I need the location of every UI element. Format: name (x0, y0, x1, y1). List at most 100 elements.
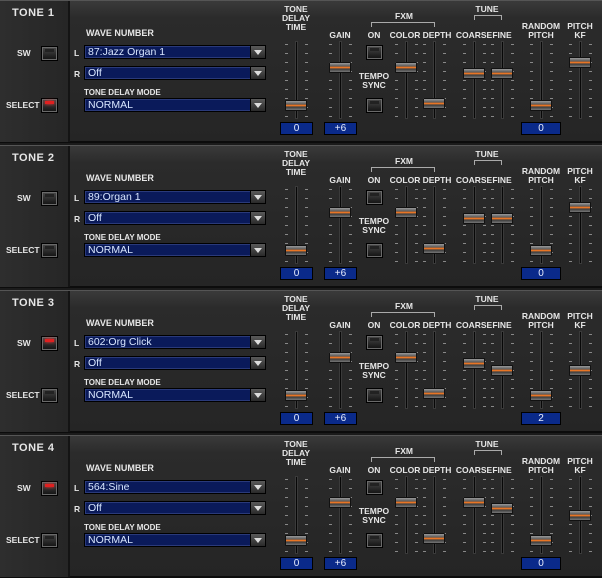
kf-slider-track[interactable] (579, 41, 582, 119)
color-slider-knob[interactable] (395, 352, 417, 363)
chevron-down-icon[interactable] (250, 67, 265, 79)
random-slider-knob[interactable] (530, 390, 552, 401)
random-pitch-value[interactable]: 2 (521, 412, 561, 425)
chevron-down-icon[interactable] (250, 212, 265, 224)
coarse-slider-knob[interactable] (463, 358, 485, 369)
wave-left-select[interactable]: 89:Organ 1 (84, 190, 266, 204)
gain-value[interactable]: +6 (324, 412, 357, 425)
coarse-slider-track[interactable] (473, 476, 476, 554)
wave-left-select[interactable]: 602:Org Click (84, 335, 266, 349)
wave-right-select[interactable]: Off (84, 501, 266, 515)
tempo-sync-button[interactable] (366, 98, 383, 113)
random-slider-knob[interactable] (530, 535, 552, 546)
depth-slider-knob[interactable] (423, 388, 445, 399)
tone-switch-button[interactable] (41, 46, 58, 61)
tempo-sync-button[interactable] (366, 533, 383, 548)
tone-select-button[interactable] (41, 98, 58, 113)
tone-delay-time-value[interactable]: 0 (280, 267, 313, 280)
random-slider-knob[interactable] (530, 100, 552, 111)
chevron-down-icon[interactable] (250, 191, 265, 203)
tone-select-button[interactable] (41, 533, 58, 548)
wave-right-select[interactable]: Off (84, 66, 266, 80)
fxm-on-button[interactable] (366, 335, 383, 350)
gain-slider-knob[interactable] (329, 352, 351, 363)
depth-slider-knob[interactable] (423, 243, 445, 254)
kf-slider-track[interactable] (579, 186, 582, 264)
random-pitch-value[interactable]: 0 (521, 557, 561, 570)
fxm-on-button[interactable] (366, 190, 383, 205)
kf-slider-knob[interactable] (569, 57, 591, 68)
wave-right-select[interactable]: Off (84, 211, 266, 225)
tone-switch-button[interactable] (41, 481, 58, 496)
fine-slider-track[interactable] (501, 476, 504, 554)
coarse-slider-knob[interactable] (463, 213, 485, 224)
chevron-down-icon[interactable] (250, 481, 265, 493)
chevron-down-icon[interactable] (250, 244, 265, 256)
gain-value[interactable]: +6 (324, 267, 357, 280)
chevron-down-icon[interactable] (250, 336, 265, 348)
tone-delay-mode-select[interactable]: NORMAL (84, 533, 266, 547)
depth-slider-knob[interactable] (423, 98, 445, 109)
kf-slider-knob[interactable] (569, 365, 591, 376)
wave-left-select[interactable]: 564:Sine (84, 480, 266, 494)
tone-select-button[interactable] (41, 388, 58, 403)
kf-slider-knob[interactable] (569, 510, 591, 521)
delay-slider-knob[interactable] (285, 245, 307, 256)
color-slider-track[interactable] (405, 41, 408, 119)
random-slider-knob[interactable] (530, 245, 552, 256)
color-slider-track[interactable] (405, 476, 408, 554)
gain-value[interactable]: +6 (324, 557, 357, 570)
tone-delay-mode-select[interactable]: NORMAL (84, 243, 266, 257)
tone-delay-time-value[interactable]: 0 (280, 122, 313, 135)
gain-slider-knob[interactable] (329, 62, 351, 73)
depth-slider-knob[interactable] (423, 533, 445, 544)
tempo-sync-button[interactable] (366, 243, 383, 258)
gain-slider-track[interactable] (339, 476, 342, 554)
chevron-down-icon[interactable] (250, 389, 265, 401)
delay-slider-knob[interactable] (285, 390, 307, 401)
tone-switch-button[interactable] (41, 336, 58, 351)
color-slider-knob[interactable] (395, 62, 417, 73)
tone-delay-mode-select[interactable]: NORMAL (84, 98, 266, 112)
fine-slider-knob[interactable] (491, 365, 513, 376)
coarse-slider-knob[interactable] (463, 497, 485, 508)
fine-slider-track[interactable] (501, 186, 504, 264)
coarse-slider-track[interactable] (473, 41, 476, 119)
chevron-down-icon[interactable] (250, 46, 265, 58)
wave-right-select[interactable]: Off (84, 356, 266, 370)
coarse-slider-knob[interactable] (463, 68, 485, 79)
gain-slider-track[interactable] (339, 331, 342, 409)
gain-slider-track[interactable] (339, 41, 342, 119)
fine-slider-track[interactable] (501, 41, 504, 119)
random-pitch-value[interactable]: 0 (521, 122, 561, 135)
delay-slider-knob[interactable] (285, 100, 307, 111)
tempo-sync-button[interactable] (366, 388, 383, 403)
color-slider-knob[interactable] (395, 497, 417, 508)
fine-slider-knob[interactable] (491, 503, 513, 514)
fine-slider-knob[interactable] (491, 68, 513, 79)
color-slider-knob[interactable] (395, 207, 417, 218)
kf-slider-knob[interactable] (569, 202, 591, 213)
gain-slider-knob[interactable] (329, 497, 351, 508)
random-pitch-value[interactable]: 0 (521, 267, 561, 280)
gain-slider-knob[interactable] (329, 207, 351, 218)
color-slider-track[interactable] (405, 331, 408, 409)
tone-switch-button[interactable] (41, 191, 58, 206)
fxm-on-button[interactable] (366, 45, 383, 60)
chevron-down-icon[interactable] (250, 502, 265, 514)
delay-slider-knob[interactable] (285, 535, 307, 546)
gain-slider-track[interactable] (339, 186, 342, 264)
gain-value[interactable]: +6 (324, 122, 357, 135)
coarse-slider-track[interactable] (473, 331, 476, 409)
coarse-slider-track[interactable] (473, 186, 476, 264)
fxm-on-button[interactable] (366, 480, 383, 495)
fine-slider-knob[interactable] (491, 213, 513, 224)
color-slider-track[interactable] (405, 186, 408, 264)
tone-select-button[interactable] (41, 243, 58, 258)
chevron-down-icon[interactable] (250, 99, 265, 111)
tone-delay-time-value[interactable]: 0 (280, 557, 313, 570)
chevron-down-icon[interactable] (250, 357, 265, 369)
chevron-down-icon[interactable] (250, 534, 265, 546)
tone-delay-mode-select[interactable]: NORMAL (84, 388, 266, 402)
wave-left-select[interactable]: 87:Jazz Organ 1 (84, 45, 266, 59)
